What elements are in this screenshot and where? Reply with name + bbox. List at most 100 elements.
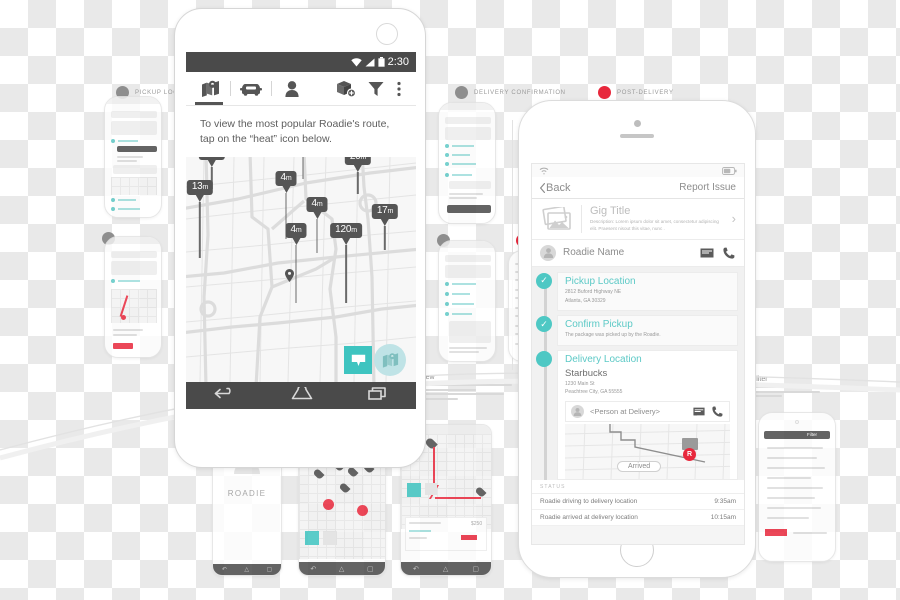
chat-bubble-icon: [351, 354, 365, 366]
divider: [581, 205, 582, 233]
ios-nav-bar: Back Report Issue: [532, 177, 744, 199]
iphone-screen: Back Report Issue Gig Title Description:…: [531, 163, 745, 545]
step-line: Atlanta, GA 30329: [565, 297, 606, 304]
avatar: [540, 244, 556, 261]
heat-marker[interactable]: 13m: [186, 180, 214, 259]
step-line: 2812 Buford Highway NE: [565, 288, 622, 295]
step-heading: Pickup Location: [565, 275, 636, 287]
toolbar-divider: [230, 81, 231, 96]
ghost-phone: [104, 96, 162, 218]
home-icon[interactable]: [291, 384, 313, 405]
timeline-step-delivery-location[interactable]: Delivery Location Starbucks 1230 Main St…: [536, 350, 744, 481]
check-icon: ✓: [536, 272, 552, 289]
heat-marker-unit: m: [387, 208, 394, 216]
person-at-delivery-placeholder: <Person at Delivery>: [590, 407, 661, 417]
overflow-menu-icon[interactable]: [391, 74, 407, 104]
timeline-step-pickup-location[interactable]: ✓ Pickup Location 2812 Buford Highway NE…: [536, 271, 744, 316]
battery-icon: [722, 166, 737, 175]
check-icon: ✓: [536, 316, 552, 333]
section-label-text: POST-DELIVERY: [617, 89, 674, 96]
back-label: Back: [546, 181, 571, 194]
add-package-icon[interactable]: [331, 74, 361, 104]
wifi-icon: [350, 57, 362, 66]
gig-summary-row[interactable]: Gig Title Description: Lorem ipsum dolor…: [532, 199, 744, 240]
person-at-delivery-row[interactable]: <Person at Delivery>: [565, 401, 730, 423]
phone-icon[interactable]: [711, 405, 724, 418]
report-issue-button[interactable]: Report Issue: [679, 182, 736, 193]
map-pin-icon[interactable]: [195, 74, 225, 105]
status-time: 9:35am: [714, 498, 736, 506]
heat-marker-unit: m: [316, 201, 323, 209]
android-status-bar: 2:30: [186, 52, 416, 72]
delivery-map[interactable]: R Arrived: [565, 424, 730, 480]
heat-marker-value: 17: [376, 205, 388, 217]
sms-icon[interactable]: [699, 245, 714, 260]
heat-marker-unit: m: [351, 227, 357, 235]
heat-map-icon: [382, 353, 398, 369]
front-camera-icon: [633, 120, 641, 127]
android-phone-device: 2:30 To view the most popular Roadie's r…: [174, 8, 426, 468]
back-icon[interactable]: [214, 387, 236, 405]
section-dot-icon: [598, 86, 611, 99]
android-nav-bar: [186, 382, 416, 410]
back-button[interactable]: Back: [540, 182, 570, 194]
filter-icon[interactable]: [361, 74, 391, 104]
timeline-step-confirm-pickup[interactable]: ✓ Confirm Pickup The package was picked …: [536, 315, 744, 350]
earpiece-speaker: [620, 134, 654, 138]
heat-marker[interactable]: 4m: [306, 197, 328, 254]
arrived-badge: Arrived: [617, 461, 662, 473]
wifi-icon: [539, 167, 549, 174]
sms-icon[interactable]: [692, 405, 705, 418]
heat-marker-unit: m: [285, 175, 292, 183]
heat-marker-value: 20: [350, 157, 361, 162]
roadie-row[interactable]: Roadie Name: [532, 239, 744, 267]
gig-title: Gig Title: [590, 205, 631, 217]
ghost-phone: [438, 102, 496, 224]
step-heading: Confirm Pickup: [565, 319, 633, 331]
active-tab-underline: [195, 102, 223, 105]
heat-marker-unit: m: [360, 157, 367, 162]
roadie-location-marker[interactable]: R: [683, 448, 696, 462]
background-mockups-layer: PICKUP LOC DELIVERY CONFIRMATION POST-DE…: [0, 0, 900, 600]
toolbar-divider: [271, 81, 272, 96]
step-line: The package was picked up by the Roadie.: [565, 332, 661, 339]
heat-map-view[interactable]: 30m 4m 20m 4m 4m: [186, 157, 416, 383]
avatar: [571, 405, 584, 419]
person-icon[interactable]: [277, 74, 307, 104]
status-text: Roadie arrived at delivery location: [540, 514, 638, 522]
chevron-left-icon: [540, 182, 545, 193]
heat-marker[interactable]: 17m: [371, 204, 399, 251]
status-row: Roadie driving to delivery location 9:35…: [532, 494, 744, 511]
section-label-text: PICKUP LOC: [135, 89, 179, 96]
signal-icon: [365, 58, 375, 66]
heat-marker-value: 120: [335, 224, 352, 236]
status-section: STATUS Roadie driving to delivery locati…: [532, 480, 744, 527]
active-step-dot: [536, 351, 552, 368]
step-line: 1230 Main St: [565, 380, 595, 387]
heat-marker-unit: m: [295, 227, 302, 235]
section-label-post-delivery: POST-DELIVERY: [598, 86, 674, 99]
android-screen: 2:30 To view the most popular Roadie's r…: [186, 52, 416, 432]
status-row: Roadie arrived at delivery location 10:1…: [532, 510, 744, 527]
delivery-timeline: ✓ Pickup Location 2812 Buford Highway NE…: [532, 266, 744, 481]
heat-marker[interactable]: 120m: [330, 223, 362, 304]
chat-fab-button[interactable]: [344, 346, 372, 375]
car-icon[interactable]: [236, 74, 266, 104]
status-caption: STATUS: [532, 480, 744, 495]
delivery-business-name: Starbucks: [565, 368, 608, 380]
status-text: Roadie driving to delivery location: [540, 498, 638, 506]
section-label-text: DELIVERY CONFIRMATION: [474, 89, 566, 96]
phone-icon[interactable]: [721, 245, 736, 260]
status-bar-time: 2:30: [387, 55, 409, 68]
heat-marker[interactable]: 20m: [344, 157, 372, 195]
hint-text: To view the most popular Roadie's route,…: [200, 118, 390, 146]
heat-marker[interactable]: 4m: [285, 223, 307, 304]
section-label-delivery-confirmation: DELIVERY CONFIRMATION: [455, 86, 566, 99]
heat-marker-unit: m: [202, 184, 209, 192]
chevron-right-icon: ›: [731, 211, 736, 227]
iphone-device: Back Report Issue Gig Title Description:…: [518, 100, 756, 578]
board-curve: [0, 372, 900, 461]
step-heading: Delivery Location: [565, 354, 642, 366]
front-camera-icon: [376, 23, 398, 45]
recents-icon[interactable]: [368, 387, 388, 405]
